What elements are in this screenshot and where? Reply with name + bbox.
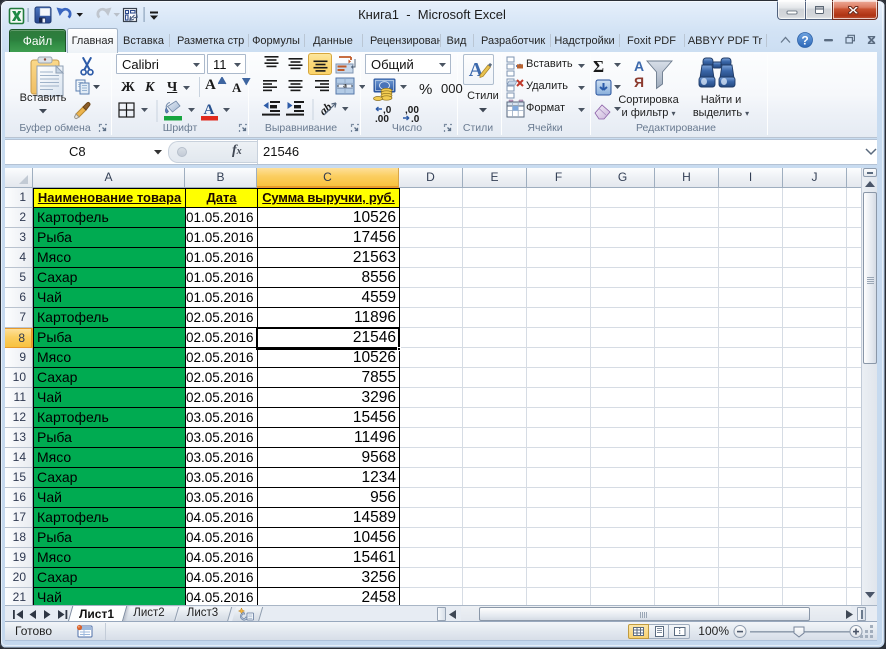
svg-text:,0: ,0 bbox=[411, 114, 420, 122]
svg-text:,00: ,00 bbox=[375, 114, 389, 122]
svg-text:ab: ab bbox=[316, 100, 334, 118]
svg-text:А: А bbox=[634, 58, 644, 74]
svg-text:Я: Я bbox=[634, 74, 644, 90]
svg-text:A: A bbox=[469, 59, 484, 81]
svg-text:a: a bbox=[343, 81, 347, 90]
svg-text:Σ: Σ bbox=[593, 57, 604, 76]
svg-text:A: A bbox=[204, 102, 215, 118]
svg-text:?: ? bbox=[801, 34, 808, 48]
svg-text:%: % bbox=[419, 81, 432, 98]
